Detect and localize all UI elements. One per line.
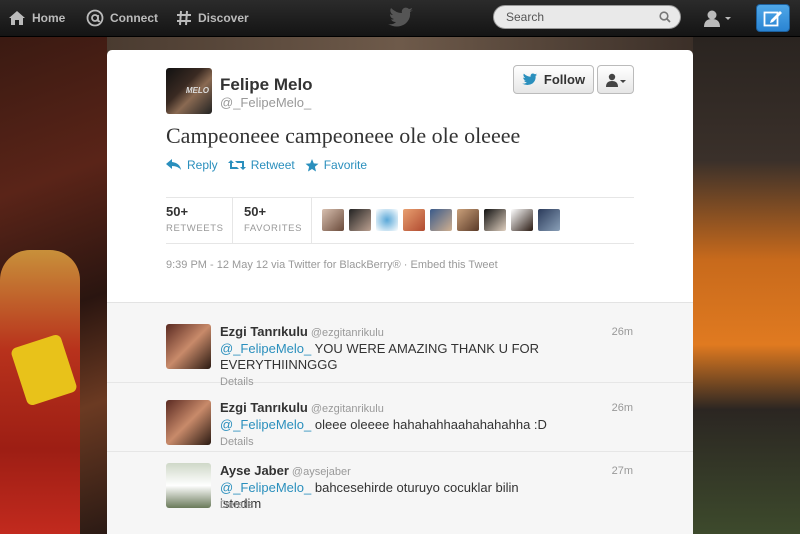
search-icon[interactable] (659, 11, 671, 23)
retweet-action[interactable]: Retweet (227, 158, 295, 172)
favorite-label: Favorite (323, 158, 368, 172)
reply-author-handle: @aysejaber (291, 466, 351, 478)
nav-connect[interactable]: Connect (86, 0, 158, 36)
favorite-action[interactable]: Favorite (305, 158, 367, 172)
reply-author[interactable]: Ayse Jaber @aysejaber (220, 463, 351, 478)
avatar[interactable] (511, 209, 533, 231)
tweet-stats: 50+ RETWEETS 50+ FAVORITES (166, 197, 634, 244)
list-item[interactable]: Ezgi Tanrıkulu @ezgitanrikulu 26m @_Felip… (107, 382, 693, 452)
tweet-meta: 9:39 PM - 12 May 12 via Twitter for Blac… (166, 259, 498, 271)
compose-tweet-button[interactable] (756, 4, 790, 32)
follow-button-label: Follow (543, 72, 586, 87)
tweet-author-username[interactable]: @_FelipeMelo_ (220, 95, 311, 110)
list-item[interactable]: Ezgi Tanrıkulu @ezgitanrikulu 26m @_Felip… (107, 303, 693, 388)
avatar[interactable] (538, 209, 560, 231)
avatar[interactable] (166, 463, 211, 508)
avatar[interactable] (349, 209, 371, 231)
search-box (493, 5, 681, 29)
nav-discover-label: Discover (198, 11, 249, 25)
compose-tweet-icon (763, 11, 782, 27)
reply-details-link[interactable]: Details (220, 499, 254, 511)
at-sign-icon (86, 9, 104, 27)
nav-home[interactable]: Home (8, 0, 65, 36)
star-icon (305, 158, 319, 171)
stat-divider (232, 198, 233, 243)
reply-author-name: Ezgi Tanrıkulu (220, 324, 308, 339)
nav-discover[interactable]: Discover (176, 0, 249, 36)
home-icon (9, 11, 25, 25)
tweet-detail-panel: MELO Felipe Melo @_FelipeMelo_ Follow Ca… (107, 50, 693, 534)
avatar[interactable] (166, 400, 211, 445)
reply-author-name: Ayse Jaber (220, 463, 289, 478)
user-actions-button[interactable] (597, 65, 634, 94)
reply-mention[interactable]: @_FelipeMelo_ (220, 417, 311, 432)
reply-body: oleee oleeee hahahahhaahahahahha :D (311, 417, 547, 432)
stat-divider (311, 198, 312, 243)
tweet-actions: Reply Retweet Favorite (166, 158, 377, 172)
tweet-author-name[interactable]: Felipe Melo (220, 75, 313, 95)
reply-author[interactable]: Ezgi Tanrıkulu @ezgitanrikulu (220, 400, 384, 415)
reply-author[interactable]: Ezgi Tanrıkulu @ezgitanrikulu (220, 324, 384, 339)
reply-mention[interactable]: @_FelipeMelo_ (220, 480, 311, 495)
nav-connect-label: Connect (110, 11, 158, 25)
reply-mention[interactable]: @_FelipeMelo_ (220, 341, 311, 356)
reply-text: @_FelipeMelo_ bahcesehirde oturuyo cocuk… (220, 480, 550, 512)
reply-timestamp[interactable]: 27m (612, 465, 633, 477)
favorites-stat[interactable]: 50+ FAVORITES (244, 204, 302, 234)
avatar[interactable] (430, 209, 452, 231)
reply-details-link[interactable]: Details (220, 436, 254, 448)
user-dropdown-icon (605, 73, 626, 87)
search-input[interactable] (506, 9, 656, 25)
hashtag-icon (177, 10, 191, 26)
twitter-bird-icon (521, 73, 538, 86)
reply-timestamp[interactable]: 26m (612, 326, 633, 338)
reply-arrow-icon (166, 159, 181, 170)
reply-text: @_FelipeMelo_ YOU WERE AMAZING THANK U F… (220, 341, 550, 373)
avatar[interactable] (322, 209, 344, 231)
reply-text: @_FelipeMelo_ oleee oleeee hahahahhaahah… (220, 417, 550, 433)
profile-background-right (693, 36, 800, 534)
retweets-stat[interactable]: 50+ RETWEETS (166, 204, 224, 234)
avatar-text: MELO (185, 86, 209, 95)
nav-home-label: Home (32, 11, 66, 25)
retweet-label: Retweet (250, 158, 295, 172)
reply-action[interactable]: Reply (166, 158, 218, 172)
user-icon (704, 10, 731, 27)
reply-author-name: Ezgi Tanrıkulu (220, 400, 308, 415)
reply-author-handle: @ezgitanrikulu (310, 327, 384, 339)
account-menu-button[interactable] (696, 6, 738, 30)
favorites-count: 50+ (244, 204, 267, 219)
favoriter-avatars (322, 209, 565, 231)
avatar[interactable] (403, 209, 425, 231)
replies-section: Ezgi Tanrıkulu @ezgitanrikulu 26m @_Felip… (107, 302, 693, 534)
list-item[interactable]: Ayse Jaber @aysejaber 27m @_FelipeMelo_ b… (107, 451, 693, 534)
top-navigation-bar: Home Connect Discover (0, 0, 800, 37)
avatar[interactable] (376, 209, 398, 231)
favorites-label: FAVORITES (244, 223, 303, 234)
reply-timestamp[interactable]: 26m (612, 402, 633, 414)
tweet-text: Campeoneee campeoneee ole ole oleeee (166, 123, 521, 148)
reply-author-handle: @ezgitanrikulu (310, 403, 384, 415)
retweet-icon (227, 160, 246, 170)
retweets-label: RETWEETS (166, 223, 224, 234)
follow-button[interactable]: Follow (513, 65, 594, 94)
avatar[interactable] (457, 209, 479, 231)
avatar[interactable]: MELO (166, 68, 212, 114)
avatar[interactable] (484, 209, 506, 231)
avatar[interactable] (166, 324, 211, 369)
retweets-count: 50+ (166, 204, 189, 219)
reply-label: Reply (187, 158, 218, 172)
twitter-bird-icon[interactable] (388, 7, 414, 28)
